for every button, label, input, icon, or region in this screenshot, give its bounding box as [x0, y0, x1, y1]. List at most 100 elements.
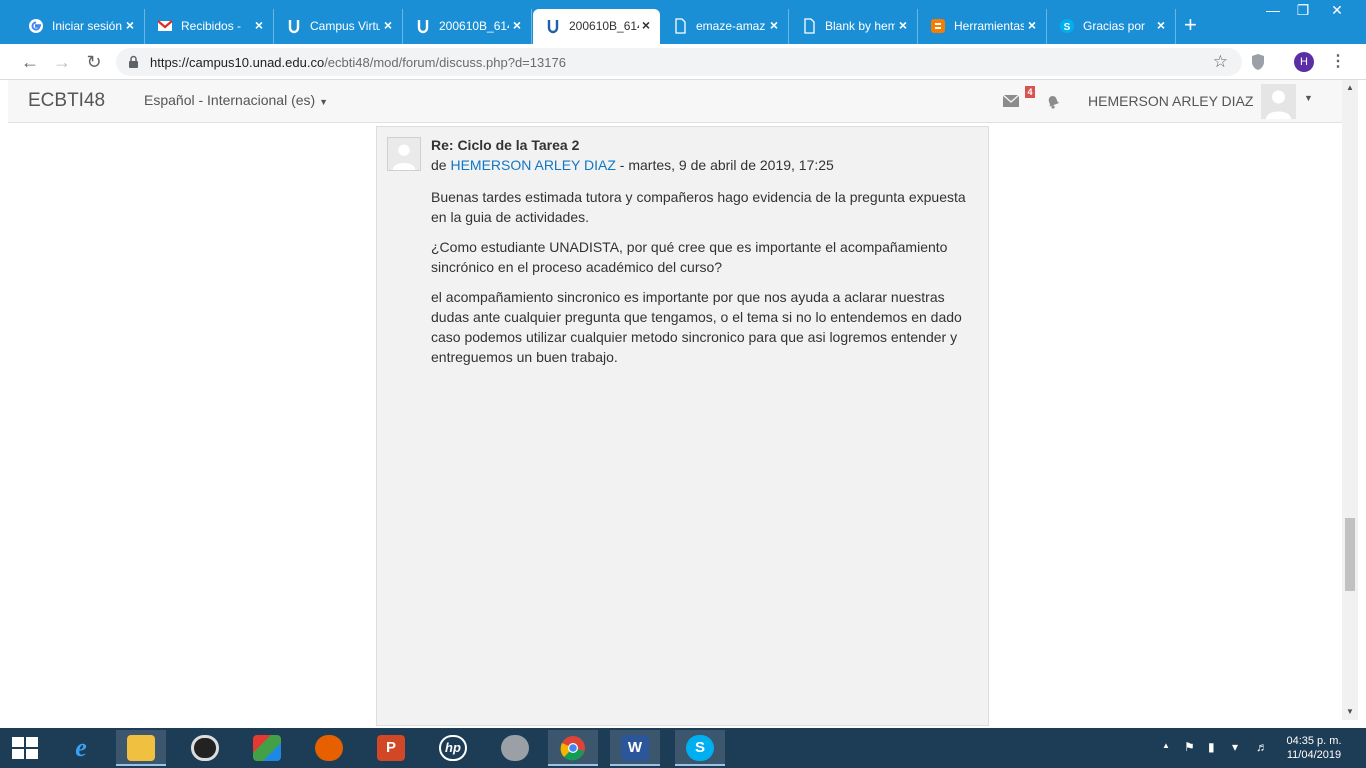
moodle-navbar: ECBTI48 Español - Internacional (es) ▼ 4…: [8, 80, 1342, 123]
page-scrollbar[interactable]: ▲ ▼: [1342, 80, 1358, 720]
taskbar-puzzle-app[interactable]: [242, 730, 292, 766]
bookmark-star-icon[interactable]: ☆: [1213, 52, 1228, 72]
browser-tab-active[interactable]: 200610B_614 ×: [533, 9, 660, 44]
forward-arrow-icon[interactable]: →: [50, 50, 74, 74]
scroll-up-arrow-icon[interactable]: ▲: [1342, 80, 1358, 96]
language-menu[interactable]: Español - Internacional (es) ▼: [144, 92, 328, 108]
unad-icon: [288, 20, 300, 34]
close-icon[interactable]: ×: [255, 17, 263, 33]
svg-text:S: S: [1064, 22, 1071, 33]
post-subject: Re: Ciclo de la Tarea 2: [431, 137, 580, 153]
user-menu-name[interactable]: HEMERSON ARLEY DIAZ: [1088, 93, 1253, 109]
url-path: /ecbti48/mod/forum/discuss.php?d=13176: [324, 55, 566, 70]
envelope-icon[interactable]: [1003, 95, 1019, 107]
site-name-link[interactable]: ECBTI48: [28, 90, 105, 112]
bell-icon[interactable]: [1045, 93, 1061, 109]
windows-taskbar: e P hp W S ▲ ⚑ ▮ ▾ ♬ 04:35 p. m. 11/04/2…: [0, 728, 1366, 768]
post-author-avatar[interactable]: [387, 137, 421, 171]
scroll-down-arrow-icon[interactable]: ▼: [1342, 704, 1358, 720]
tab-title: Recibidos -: [181, 19, 242, 33]
profile-avatar[interactable]: H: [1294, 52, 1314, 72]
clock-date: 11/04/2019: [1286, 749, 1342, 761]
powerpoint-icon: P: [377, 735, 405, 761]
close-icon[interactable]: ×: [384, 17, 392, 33]
close-icon[interactable]: ×: [126, 17, 134, 33]
back-arrow-icon[interactable]: ←: [18, 50, 42, 74]
close-icon[interactable]: ×: [770, 17, 778, 33]
taskbar-skype[interactable]: S: [675, 730, 725, 766]
tab-title: emaze-amazing: [696, 19, 766, 33]
windows-start-icon[interactable]: [12, 737, 38, 759]
byline-prefix: de: [431, 157, 447, 173]
shield-icon[interactable]: [1251, 53, 1265, 71]
address-bar[interactable]: https://campus10.unad.edu.co/ecbti48/mod…: [116, 48, 1242, 76]
browser-tab[interactable]: Iniciar sesión ×: [16, 9, 145, 44]
taskbar-file-explorer[interactable]: [116, 730, 166, 766]
close-icon[interactable]: ×: [1028, 17, 1036, 33]
post-paragraph: Buenas tardes estimada tutora y compañer…: [431, 189, 966, 225]
user-avatar[interactable]: [1261, 84, 1296, 119]
volume-icon[interactable]: ♬: [1256, 740, 1268, 754]
unad-icon: [417, 20, 429, 34]
taskbar-camera-app[interactable]: [180, 730, 230, 766]
camera-icon: [501, 735, 529, 761]
caret-down-icon: ▼: [319, 97, 329, 107]
maximize-icon[interactable]: ❐: [1288, 2, 1318, 22]
google-icon: [29, 19, 43, 33]
browser-tab[interactable]: Blank by hem ×: [789, 9, 918, 44]
message-count-badge: 4: [1025, 86, 1035, 98]
browser-tab[interactable]: Recibidos - ×: [145, 9, 274, 44]
browser-tab[interactable]: S Gracias por ×: [1047, 9, 1176, 44]
post-paragraph: ¿Como estudiante UNADISTA, por qué cree …: [431, 239, 948, 275]
flag-icon[interactable]: ⚑: [1184, 740, 1195, 754]
tab-title: Herramientas: [954, 19, 1024, 33]
taskbar-firefox[interactable]: [304, 730, 354, 766]
taskbar-webcam[interactable]: [490, 730, 540, 766]
folder-icon: [127, 735, 155, 761]
battery-icon[interactable]: ▮: [1208, 740, 1215, 754]
post-author-link[interactable]: HEMERSON ARLEY DIAZ: [450, 157, 615, 173]
reload-icon[interactable]: ↻: [82, 50, 106, 74]
chrome-icon: [560, 736, 585, 761]
taskbar-clock[interactable]: 04:35 p. m. 11/04/2019: [1278, 734, 1350, 762]
language-label: Español - Internacional (es): [144, 92, 316, 108]
taskbar-powerpoint[interactable]: P: [366, 730, 416, 766]
tab-title: Campus Virtual: [310, 19, 380, 33]
taskbar-internet-explorer[interactable]: e: [56, 730, 106, 766]
hp-icon: hp: [439, 735, 467, 761]
tray-chevron-up-icon[interactable]: ▲: [1162, 741, 1170, 750]
word-icon: W: [621, 735, 649, 761]
new-tab-button[interactable]: +: [1184, 14, 1197, 36]
taskbar-hp[interactable]: hp: [428, 730, 478, 766]
skype-icon: S: [686, 735, 714, 761]
internet-explorer-icon: e: [75, 733, 87, 762]
menu-kebab-icon[interactable]: ⋮: [1330, 51, 1346, 71]
post-body: Buenas tardes estimada tutora y compañer…: [431, 187, 976, 377]
post-byline: de HEMERSON ARLEY DIAZ - martes, 9 de ab…: [431, 157, 834, 173]
tab-title: Gracias por: [1083, 19, 1146, 33]
browser-tab[interactable]: Herramientas ×: [918, 9, 1047, 44]
close-icon[interactable]: ×: [642, 17, 650, 33]
puzzle-icon: [253, 735, 281, 761]
unad-icon: [547, 20, 559, 34]
close-icon[interactable]: ×: [899, 17, 907, 33]
browser-tab[interactable]: 200610B_614 ×: [403, 9, 532, 44]
lock-icon: [129, 55, 138, 68]
browser-tab[interactable]: emaze-amazing ×: [660, 9, 789, 44]
url-text: https://campus10.unad.edu.co/ecbti48/mod…: [150, 55, 566, 70]
browser-tab[interactable]: Campus Virtual ×: [274, 9, 403, 44]
signal-icon[interactable]: ▾: [1232, 740, 1238, 754]
webcam-icon: [191, 735, 219, 761]
close-window-icon[interactable]: ✕: [1322, 2, 1352, 22]
close-icon[interactable]: ×: [1157, 17, 1165, 33]
scrollbar-thumb[interactable]: [1345, 518, 1355, 591]
browser-tab-strip: Iniciar sesión × Recibidos - × Campus Vi…: [0, 0, 1366, 44]
user-menu-caret-icon[interactable]: ▼: [1304, 93, 1313, 103]
close-icon[interactable]: ×: [513, 17, 521, 33]
page-content: Re: Ciclo de la Tarea 2 de HEMERSON ARLE…: [8, 123, 1342, 726]
clock-time: 04:35 p. m.: [1286, 735, 1342, 747]
minimize-icon[interactable]: —: [1258, 2, 1288, 22]
taskbar-chrome[interactable]: [548, 730, 598, 766]
taskbar-word[interactable]: W: [610, 730, 660, 766]
document-icon: [675, 18, 686, 34]
